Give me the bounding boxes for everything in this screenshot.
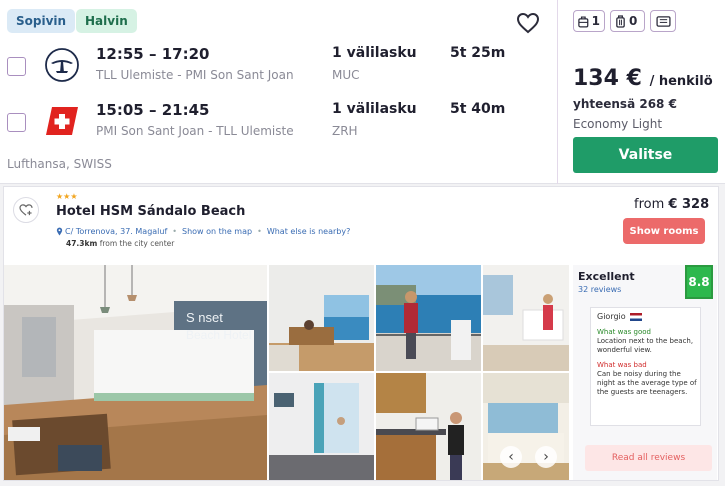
return-times: 15:05 – 21:45 — [96, 101, 210, 119]
svg-text:Beach Hotel: Beach Hotel — [186, 328, 251, 342]
show-rooms-button[interactable]: Show rooms — [623, 218, 705, 244]
flight-result-card: Sopivin Halvin 12:55 – 17:20 TLL Ulemist… — [0, 0, 725, 184]
bullet-separator: • — [172, 227, 177, 236]
return-route: PMI Son Sant Joan - TLL Ulemiste — [96, 124, 294, 138]
cheapest-badge: Halvin — [76, 9, 137, 33]
hotel-name[interactable]: Hotel HSM Sándalo Beach — [56, 204, 245, 219]
hotel-distance: 47.3km from the city center — [66, 239, 174, 248]
outbound-duration: 5t 25m — [450, 45, 506, 61]
photo-kitchen[interactable] — [376, 373, 481, 480]
cabin-bag-icon — [616, 14, 625, 28]
good-label: What was good — [597, 328, 651, 336]
photo-lounge[interactable] — [483, 373, 569, 480]
outbound-route: TLL Ulemiste - PMI Son Sant Joan — [96, 68, 294, 82]
return-layover-airport: ZRH — [332, 124, 358, 138]
outbound-times: 12:55 – 17:20 — [96, 45, 210, 63]
review-rating-label: Excellent — [578, 270, 635, 283]
flight-itinerary: Sopivin Halvin 12:55 – 17:20 TLL Ulemist… — [0, 0, 558, 184]
cabin-bag-chip: 0 — [610, 10, 645, 32]
price-per-label: / henkilö — [649, 74, 713, 89]
outbound-layover-airport: MUC — [332, 68, 360, 82]
review-excerpt: Giorgio What was good Location next to t… — [590, 307, 701, 426]
netherlands-flag-icon — [629, 312, 642, 321]
reviews-panel: Excellent 32 reviews 8.8 Giorgio What wa… — [573, 265, 717, 480]
reviewer: Giorgio — [597, 312, 642, 321]
carriers-text: Lufthansa, SWISS — [7, 157, 112, 171]
bad-label: What was bad — [597, 361, 647, 369]
checked-bag-chip — [650, 10, 676, 32]
return-duration: 5t 40m — [450, 101, 506, 117]
reviewer-name: Giorgio — [597, 312, 626, 321]
svg-text:S nset: S nset — [186, 310, 223, 325]
hotel-star-rating: ★★★ — [56, 192, 78, 201]
personal-bag-icon — [578, 15, 589, 27]
cabin-bag-count: 0 — [629, 14, 638, 28]
photo-room[interactable] — [269, 265, 374, 371]
distance-suffix: from the city center — [97, 239, 175, 248]
review-score-badge: 8.8 — [685, 265, 713, 299]
select-button[interactable]: Valitse — [573, 137, 718, 173]
price-amount: 134 € — [573, 66, 642, 91]
hotel-header: ★★★ Hotel HSM Sándalo Beach C/ Torrenova… — [4, 187, 720, 265]
outbound-stops: 1 välilasku — [332, 45, 417, 61]
hotel-from-price: from € 328 — [634, 197, 709, 212]
photo-apartment[interactable] — [483, 265, 569, 371]
bad-text: Can be noisy during the night as the ave… — [597, 370, 697, 396]
map-pin-icon — [56, 227, 63, 236]
bullet-separator: • — [257, 227, 262, 236]
return-leg[interactable]: 15:05 – 21:45 PMI Son Sant Joan - TLL Ul… — [0, 99, 558, 145]
flight-price-panel: 1 0 134 € / henkilö yhteensä 268 € Econo… — [559, 0, 725, 184]
best-badge: Sopivin — [7, 9, 76, 33]
price-per-person: 134 € / henkilö — [573, 66, 713, 91]
photo-bathroom[interactable] — [269, 373, 374, 480]
from-label: from — [634, 197, 665, 212]
show-on-map-link[interactable]: Show on the map — [182, 227, 252, 236]
hotel-favorite-button[interactable] — [13, 197, 39, 223]
hotel-address: C/ Torrenova, 37. Magaluf — [65, 227, 168, 236]
outbound-checkbox[interactable] — [7, 57, 26, 76]
read-all-reviews-button[interactable]: Read all reviews — [585, 445, 712, 471]
return-stops: 1 välilasku — [332, 101, 417, 117]
heart-plus-icon — [19, 204, 33, 216]
good-text: Location next to the beach, wonderful vi… — [597, 337, 694, 354]
swiss-logo-icon — [44, 103, 80, 139]
price-total: yhteensä 268 € — [573, 97, 677, 111]
from-price-value: € 328 — [668, 197, 710, 212]
personal-item-chip: 1 — [573, 10, 605, 32]
personal-item-count: 1 — [591, 14, 600, 28]
hotel-result-card: ★★★ Hotel HSM Sándalo Beach C/ Torrenova… — [3, 186, 719, 481]
fare-class: Economy Light — [573, 117, 663, 131]
photo-lobby[interactable]: S nset Beach Hotel — [4, 265, 267, 480]
gallery-prev-arrow-icon[interactable]: ‹ — [500, 446, 522, 468]
gallery-next-arrow-icon[interactable]: › — [535, 446, 557, 468]
review-count-link[interactable]: 32 reviews — [578, 285, 621, 294]
hotel-location-links: C/ Torrenova, 37. Magaluf • Show on the … — [56, 227, 350, 236]
distance-value: 47.3km — [66, 239, 98, 248]
hotel-photo-gallery[interactable]: S nset Beach Hotel ‹ › — [4, 265, 569, 480]
return-checkbox[interactable] — [7, 113, 26, 132]
outbound-leg[interactable]: 12:55 – 17:20 TLL Ulemiste - PMI Son San… — [0, 43, 558, 89]
checked-bag-icon — [655, 15, 671, 27]
favorite-heart-icon[interactable] — [516, 12, 540, 34]
nearby-link[interactable]: What else is nearby? — [267, 227, 351, 236]
lufthansa-logo-icon — [44, 47, 80, 83]
photo-balcony[interactable] — [376, 265, 481, 371]
